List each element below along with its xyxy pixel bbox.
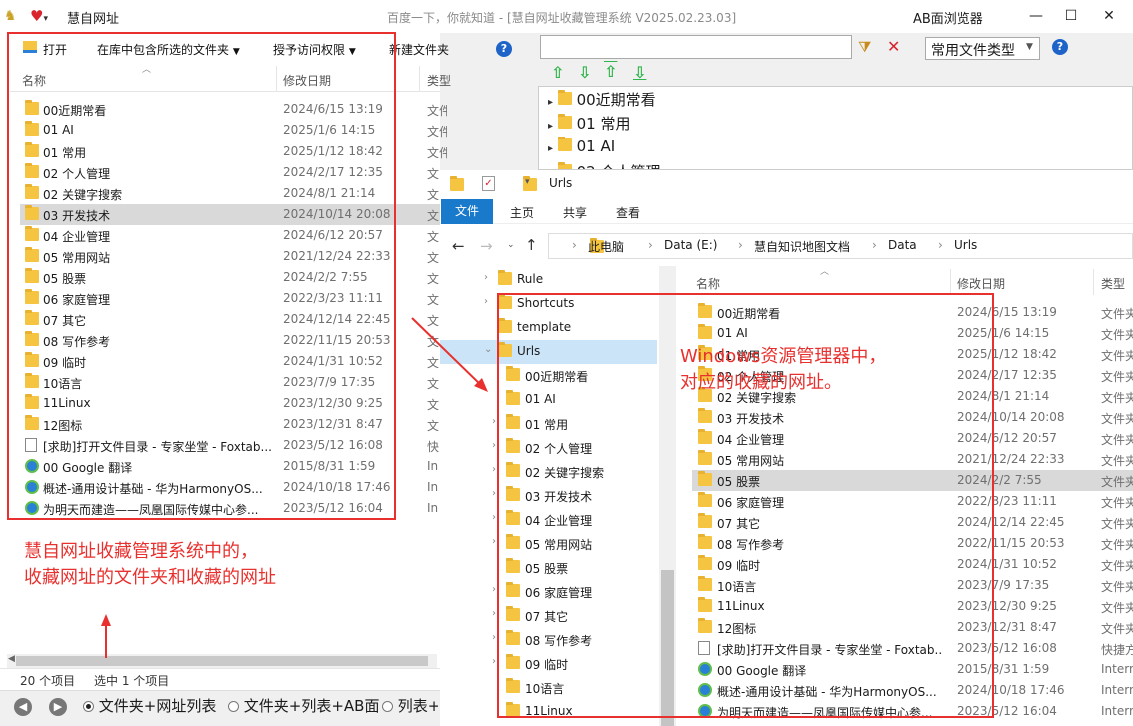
arrow-to-explorer — [411, 317, 485, 389]
annotation-arrows — [101, 317, 488, 658]
arrowhead — [101, 614, 111, 626]
